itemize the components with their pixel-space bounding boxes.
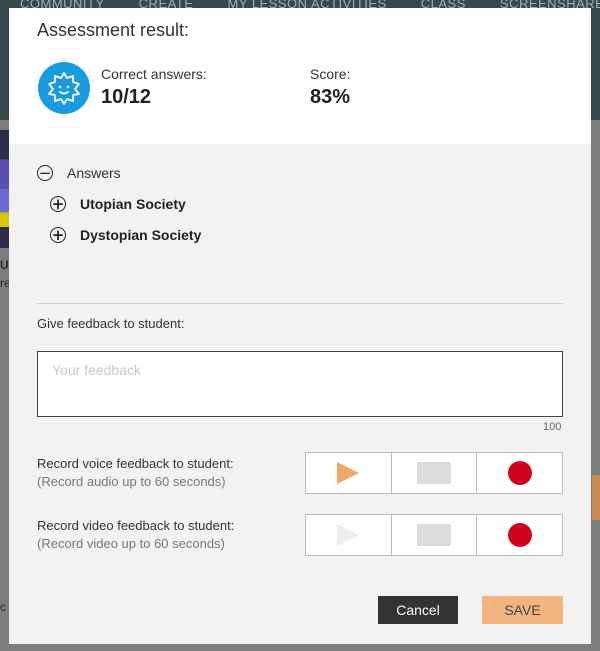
background-text: U bbox=[0, 258, 9, 272]
voice-feedback-title: Record voice feedback to student: bbox=[37, 456, 234, 471]
voice-play-button[interactable] bbox=[306, 453, 392, 493]
record-icon bbox=[507, 523, 532, 547]
voice-stop-button[interactable] bbox=[392, 453, 478, 493]
answers-label: Answers bbox=[67, 165, 121, 181]
voice-feedback-hint: (Record audio up to 60 seconds) bbox=[37, 474, 226, 489]
expand-plus-icon[interactable]: + bbox=[50, 196, 66, 212]
answers-toggle[interactable]: − Answers bbox=[37, 165, 121, 181]
background-button bbox=[592, 475, 600, 520]
correct-answers-label: Correct answers: bbox=[101, 66, 207, 82]
voice-recorder-controls bbox=[305, 452, 563, 494]
video-recorder-controls bbox=[305, 514, 563, 556]
stop-icon bbox=[417, 524, 451, 546]
cancel-button[interactable]: Cancel bbox=[378, 596, 458, 624]
voice-feedback-label: Record voice feedback to student: (Recor… bbox=[37, 455, 234, 491]
video-record-button[interactable] bbox=[477, 515, 562, 555]
correct-answers-value: 10/12 bbox=[101, 86, 152, 108]
gear-face-icon bbox=[38, 62, 90, 114]
collapse-minus-icon[interactable]: − bbox=[37, 165, 53, 181]
record-icon bbox=[507, 461, 532, 485]
score-label: Score: bbox=[310, 66, 351, 82]
result-header: Assessment result: Correct answers: 10/1… bbox=[9, 8, 591, 144]
feedback-label: Give feedback to student: bbox=[37, 316, 185, 331]
voice-record-button[interactable] bbox=[477, 453, 562, 493]
play-icon bbox=[337, 462, 360, 484]
assessment-result-modal: Assessment result: Correct answers: 10/1… bbox=[9, 8, 591, 644]
answer-item-label: Dystopian Society bbox=[80, 227, 202, 243]
answer-item-utopian[interactable]: + Utopian Society bbox=[50, 196, 186, 212]
video-stop-button[interactable] bbox=[392, 515, 478, 555]
score-value: 83% bbox=[310, 86, 351, 108]
background-text: c bbox=[0, 600, 6, 614]
video-feedback-hint: (Record video up to 60 seconds) bbox=[37, 536, 225, 551]
feedback-char-limit: 100 bbox=[543, 421, 562, 433]
answer-item-dystopian[interactable]: + Dystopian Society bbox=[50, 227, 201, 243]
play-icon bbox=[337, 524, 360, 546]
answer-item-label: Utopian Society bbox=[80, 196, 186, 212]
modal-title: Assessment result: bbox=[37, 20, 190, 40]
feedback-textarea[interactable] bbox=[37, 351, 563, 417]
save-button[interactable]: SAVE bbox=[482, 596, 563, 624]
divider bbox=[37, 303, 563, 304]
stop-icon bbox=[417, 462, 451, 484]
video-play-button[interactable] bbox=[306, 515, 392, 555]
video-feedback-label: Record video feedback to student: (Recor… bbox=[37, 517, 234, 553]
video-feedback-title: Record video feedback to student: bbox=[37, 518, 235, 533]
expand-plus-icon[interactable]: + bbox=[50, 227, 66, 243]
